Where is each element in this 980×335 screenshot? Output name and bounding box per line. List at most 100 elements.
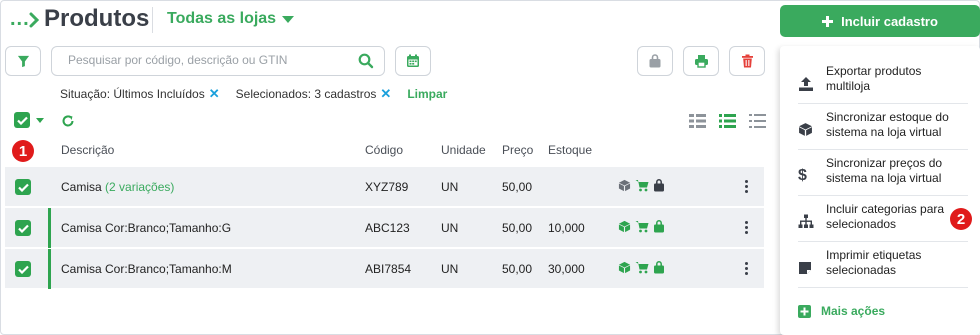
cart-icon (635, 180, 649, 192)
menu-item-print-labels-label: Imprimir etiquetas selecionadas (826, 248, 922, 277)
sitemap-icon (798, 202, 820, 241)
page-title: Produtos (44, 5, 150, 32)
row-unit: UN (441, 221, 459, 235)
active-filters: Situação: Últimos Incluídos ✕ Selecionad… (60, 86, 447, 102)
check-icon (17, 265, 29, 274)
upload-icon (798, 64, 820, 103)
check-icon (17, 224, 29, 233)
column-header-description[interactable]: Descrição (61, 143, 114, 157)
row-price: 50,00 (502, 221, 533, 235)
menu-item-export[interactable]: Exportar produtos multiloja (798, 64, 968, 104)
column-header-stock[interactable]: Estoque (548, 143, 592, 157)
row-variations-link[interactable]: (2 variações) (105, 180, 174, 194)
view-list-icon[interactable] (719, 114, 736, 128)
row-stock: 30,000 (548, 262, 585, 276)
menu-item-sync-prices-label: Sincronizar preços do sistema na loja vi… (826, 156, 943, 185)
menu-item-sync-stock[interactable]: Sincronizar estoque do sistema na loja v… (798, 110, 968, 150)
menu-item-sync-stock-label: Sincronizar estoque do sistema na loja v… (826, 110, 949, 139)
column-header-code[interactable]: Código (365, 143, 403, 157)
calendar-icon (407, 54, 419, 67)
more-actions-button[interactable]: Mais ações (798, 304, 885, 318)
box-icon (618, 179, 631, 192)
actions-menu: Exportar produtos multiloja Sincronizar … (780, 46, 980, 335)
menu-item-export-label: Exportar produtos multiloja (826, 64, 922, 93)
row-price: 50,00 (502, 180, 533, 194)
print-button[interactable] (683, 46, 719, 76)
row-status-icons (618, 179, 665, 192)
cart-icon (635, 262, 649, 274)
column-header-price[interactable]: Preço (502, 143, 533, 157)
dollar-icon: $ (798, 166, 807, 184)
table-row[interactable]: Camisa Cor:Branco;Tamanho:G ABC123 UN 50… (5, 208, 764, 248)
row-description[interactable]: Camisa (2 variações) (61, 180, 174, 194)
select-all-dropdown[interactable] (14, 112, 44, 128)
delete-button[interactable] (729, 46, 765, 76)
row-description[interactable]: Camisa Cor:Branco;Tamanho:G (61, 221, 231, 235)
check-icon (17, 183, 29, 192)
shopping-bag-icon (654, 179, 664, 192)
row-price: 50,00 (502, 262, 533, 276)
variation-indicator (48, 249, 51, 289)
chevron-right-icon (29, 12, 39, 28)
bag-button[interactable] (637, 46, 673, 76)
view-compact-icon[interactable] (749, 114, 766, 128)
check-icon (16, 116, 28, 125)
date-filter-button[interactable] (395, 46, 431, 76)
view-grid-icon[interactable] (689, 114, 706, 128)
menu-item-print-labels[interactable]: Imprimir etiquetas selecionadas (798, 248, 968, 288)
row-description[interactable]: Camisa Cor:Branco;Tamanho:M (61, 262, 232, 276)
annotation-badge-1: 1 (12, 140, 34, 162)
filter-chip-situation-label: Situação: Últimos Incluídos (60, 87, 205, 101)
select-all-checkbox[interactable] (14, 112, 30, 128)
plus-square-icon (798, 304, 811, 318)
header-divider (152, 7, 153, 33)
plus-icon (822, 15, 834, 27)
row-code: ABC123 (365, 221, 410, 235)
caret-down-icon (282, 15, 295, 23)
table-row[interactable]: Camisa Cor:Branco;Tamanho:M ABI7854 UN 5… (5, 249, 764, 289)
search-input[interactable] (68, 53, 348, 67)
row-code: ABI7854 (365, 262, 412, 276)
row-checkbox[interactable] (15, 261, 31, 277)
variation-indicator (48, 208, 51, 248)
row-menu-icon[interactable] (745, 221, 749, 236)
row-code: XYZ789 (365, 180, 409, 194)
row-status-icons (618, 261, 665, 274)
include-record-label: Incluir cadastro (841, 13, 938, 29)
search-box[interactable] (51, 46, 385, 76)
store-select-label: Todas as lojas (167, 10, 277, 27)
refresh-icon[interactable] (61, 114, 75, 128)
row-status-icons (618, 220, 665, 233)
row-stock: 10,000 (548, 221, 585, 235)
store-select[interactable]: Todas as lojas (167, 10, 295, 28)
menu-item-sync-prices[interactable]: $ Sincronizar preços do sistema na loja … (798, 156, 968, 196)
trash-icon (741, 54, 753, 68)
row-menu-icon[interactable] (745, 180, 749, 195)
row-checkbox[interactable] (15, 179, 31, 195)
cart-icon (635, 221, 649, 233)
search-icon[interactable] (358, 53, 374, 69)
annotation-badge-2: 2 (950, 208, 972, 230)
shopping-bag-icon (654, 220, 664, 233)
row-menu-icon[interactable] (745, 262, 749, 277)
filter-chip-situation: Situação: Últimos Incluídos ✕ (60, 86, 220, 102)
row-unit: UN (441, 180, 459, 194)
column-header-unit[interactable]: Unidade (441, 143, 486, 157)
filter-icon (17, 55, 29, 67)
filter-chip-selected-label: Selecionados: 3 cadastros (235, 87, 377, 101)
remove-selection-icon[interactable]: ✕ (380, 86, 391, 102)
shopping-bag-icon (649, 54, 661, 68)
box-icon (798, 110, 820, 149)
box-icon (618, 261, 631, 274)
filter-button[interactable] (5, 46, 41, 76)
remove-filter-icon[interactable]: ✕ (209, 86, 220, 102)
clear-filters-link[interactable]: Limpar (407, 87, 447, 101)
include-record-button[interactable]: Incluir cadastro (780, 5, 980, 37)
label-icon (798, 248, 820, 287)
row-checkbox[interactable] (15, 220, 31, 236)
menu-item-include-categories[interactable]: Incluir categorias para selecionados (798, 202, 968, 242)
caret-down-icon (36, 117, 44, 123)
breadcrumb-ellipsis[interactable]: ... (10, 8, 30, 31)
menu-item-include-categories-label: Incluir categorias para selecionados (826, 202, 945, 231)
table-row[interactable]: Camisa (2 variações) XYZ789 UN 50,00 (5, 167, 764, 207)
